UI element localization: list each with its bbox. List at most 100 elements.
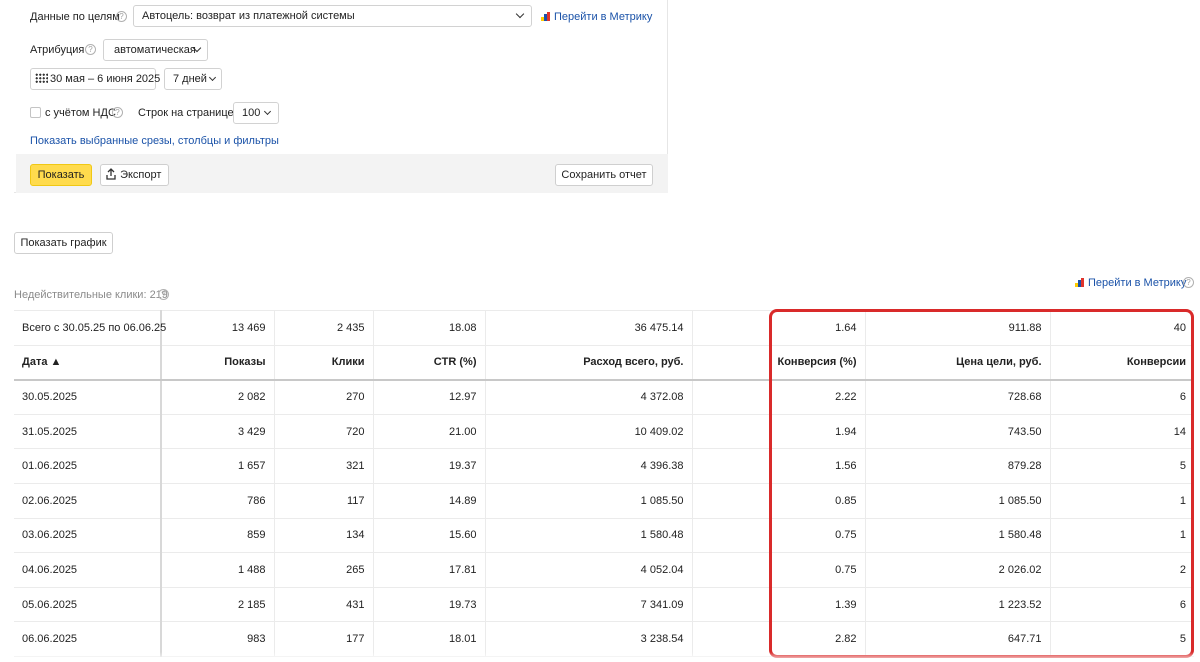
metrika-link-label: Перейти в Метрику — [554, 11, 653, 23]
rows-per-page-select[interactable]: 100 — [233, 102, 279, 124]
column-header[interactable]: Расход всего, руб. — [485, 345, 693, 381]
table-cell: 0.85 — [692, 483, 866, 519]
table-cell: 30.05.2025 — [14, 379, 162, 415]
table-row: 04.06.2025 1 488 265 17.81 4 052.04 0.75 2 026… — [14, 552, 1194, 588]
metrika-logo-icon — [1075, 278, 1085, 287]
table-cell: 01.06.2025 — [14, 448, 162, 484]
column-header[interactable]: Показы — [161, 345, 275, 381]
table-cell: 0.75 — [692, 552, 866, 588]
question-circle-icon[interactable]: ? — [1183, 277, 1194, 288]
metrika-link-report[interactable]: Перейти в Метрику — [1075, 277, 1186, 289]
table-cell: 728.68 — [865, 379, 1051, 415]
table-cell: 4 372.08 — [485, 379, 693, 415]
show-button[interactable]: Показать — [30, 164, 92, 186]
table-cell: 0.75 — [692, 518, 866, 554]
table-cell: 5 — [1050, 448, 1194, 484]
column-header[interactable]: Дата ▲ — [14, 345, 162, 381]
show-chart-button[interactable]: Показать график — [14, 232, 113, 254]
table-cell: 02.06.2025 — [14, 483, 162, 519]
table-cell: 134 — [274, 518, 374, 554]
table-cell: 14.89 — [373, 483, 486, 519]
table-cell: 2 026.02 — [865, 552, 1051, 588]
table-row: 31.05.2025 3 429 720 21.00 10 409.02 1.94 743.… — [14, 414, 1194, 450]
table-cell: 265 — [274, 552, 374, 588]
column-header[interactable]: Клики — [274, 345, 374, 381]
chevron-down-icon — [263, 107, 272, 116]
question-circle-icon[interactable]: ? — [85, 44, 96, 55]
table-cell: 2 082 — [161, 379, 275, 415]
totals-cell: 40 — [1050, 310, 1194, 346]
table-cell: 31.05.2025 — [14, 414, 162, 450]
table-cell: 19.37 — [373, 448, 486, 484]
question-circle-icon[interactable]: ? — [112, 107, 123, 118]
report-table: Всего с 30.05.25 по 06.06.25 13 469 2 435 1… — [14, 310, 1194, 657]
vat-checkbox[interactable] — [30, 107, 41, 118]
question-circle-icon[interactable]: ? — [158, 289, 169, 300]
table-cell: 2.22 — [692, 379, 866, 415]
table-cell: 15.60 — [373, 518, 486, 554]
date-range-picker[interactable]: 30 мая – 6 июня 2025 — [30, 68, 160, 90]
table-cell: 05.06.2025 — [14, 587, 162, 623]
metrika-logo-icon — [541, 12, 551, 21]
header-row: Дата ▲ Показы Клики CTR (%) Расход всего, ру… — [14, 345, 1194, 381]
table-cell: 270 — [274, 379, 374, 415]
metrika-link-top[interactable]: Перейти в Метрику — [541, 11, 652, 23]
totals-cell: 911.88 — [865, 310, 1051, 346]
invalid-clicks-text: Недействительные клики: 219 — [14, 289, 168, 301]
table-cell: 19.73 — [373, 587, 486, 623]
table-cell: 431 — [274, 587, 374, 623]
totals-cell: 1.64 — [692, 310, 866, 346]
upload-icon — [106, 168, 116, 180]
table-cell: 1.39 — [692, 587, 866, 623]
table-cell: 117 — [274, 483, 374, 519]
table-cell: 12.97 — [373, 379, 486, 415]
chevron-down-icon — [208, 73, 217, 82]
table-cell: 3 429 — [161, 414, 275, 450]
goals-label: Данные по целям — [30, 11, 120, 23]
table-cell: 1 580.48 — [865, 518, 1051, 554]
table-cell: 6 — [1050, 379, 1194, 415]
table-cell: 1 223.52 — [865, 587, 1051, 623]
totals-cell: 13 469 — [161, 310, 275, 346]
table-row: 02.06.2025 786 117 14.89 1 085.50 0.85 1 085.5… — [14, 483, 1194, 519]
table-row: 30.05.2025 2 082 270 12.97 4 372.08 2.22 728.6… — [14, 379, 1194, 415]
table-cell: 7 341.09 — [485, 587, 693, 623]
date-range-value: 30 мая – 6 июня 2025 — [50, 73, 161, 85]
goal-select[interactable]: Автоцель: возврат из платежной системы — [133, 5, 532, 27]
column-header[interactable]: CTR (%) — [373, 345, 486, 381]
question-circle-icon[interactable]: ? — [116, 11, 127, 22]
column-header[interactable]: Конверсии — [1050, 345, 1194, 381]
export-button[interactable]: Экспорт — [100, 164, 169, 186]
table-cell: 14 — [1050, 414, 1194, 450]
table-cell: 4 052.04 — [485, 552, 693, 588]
table-cell: 786 — [161, 483, 275, 519]
totals-cell: 36 475.14 — [485, 310, 693, 346]
show-selected-filters-link[interactable]: Показать выбранные срезы, столбцы и филь… — [30, 135, 279, 147]
attribution-select-value: автоматическая — [114, 44, 196, 56]
attribution-label: Атрибуция — [30, 44, 85, 56]
metrika-link-label: Перейти в Метрику — [1088, 277, 1187, 289]
table-cell: 2 185 — [161, 587, 275, 623]
table-cell: 1 085.50 — [865, 483, 1051, 519]
table-row: 05.06.2025 2 185 431 19.73 7 341.09 1.39 1 223… — [14, 587, 1194, 623]
table-cell: 859 — [161, 518, 275, 554]
totals-cell: 2 435 — [274, 310, 374, 346]
save-report-button[interactable]: Сохранить отчет — [555, 164, 653, 186]
rows-per-page-label: Строк на странице — [138, 107, 234, 119]
vat-label: с учётом НДС — [45, 107, 116, 119]
table-cell: 321 — [274, 448, 374, 484]
period-select-value: 7 дней — [173, 73, 207, 85]
table-cell: 04.06.2025 — [14, 552, 162, 588]
table-cell: 1 — [1050, 518, 1194, 554]
column-header[interactable]: Конверсия (%) — [692, 345, 866, 381]
table-cell: 6 — [1050, 587, 1194, 623]
column-header[interactable]: Цена цели, руб. — [865, 345, 1051, 381]
attribution-select[interactable]: автоматическая — [103, 39, 208, 61]
calendar-icon — [35, 73, 48, 83]
table-row: 01.06.2025 1 657 321 19.37 4 396.38 1.56 879.2… — [14, 448, 1194, 484]
table-cell: 1 085.50 — [485, 483, 693, 519]
goal-select-value: Автоцель: возврат из платежной системы — [142, 10, 355, 22]
period-select[interactable]: 7 дней — [164, 68, 222, 90]
totals-cell: 18.08 — [373, 310, 486, 346]
rows-per-page-value: 100 — [242, 107, 261, 119]
